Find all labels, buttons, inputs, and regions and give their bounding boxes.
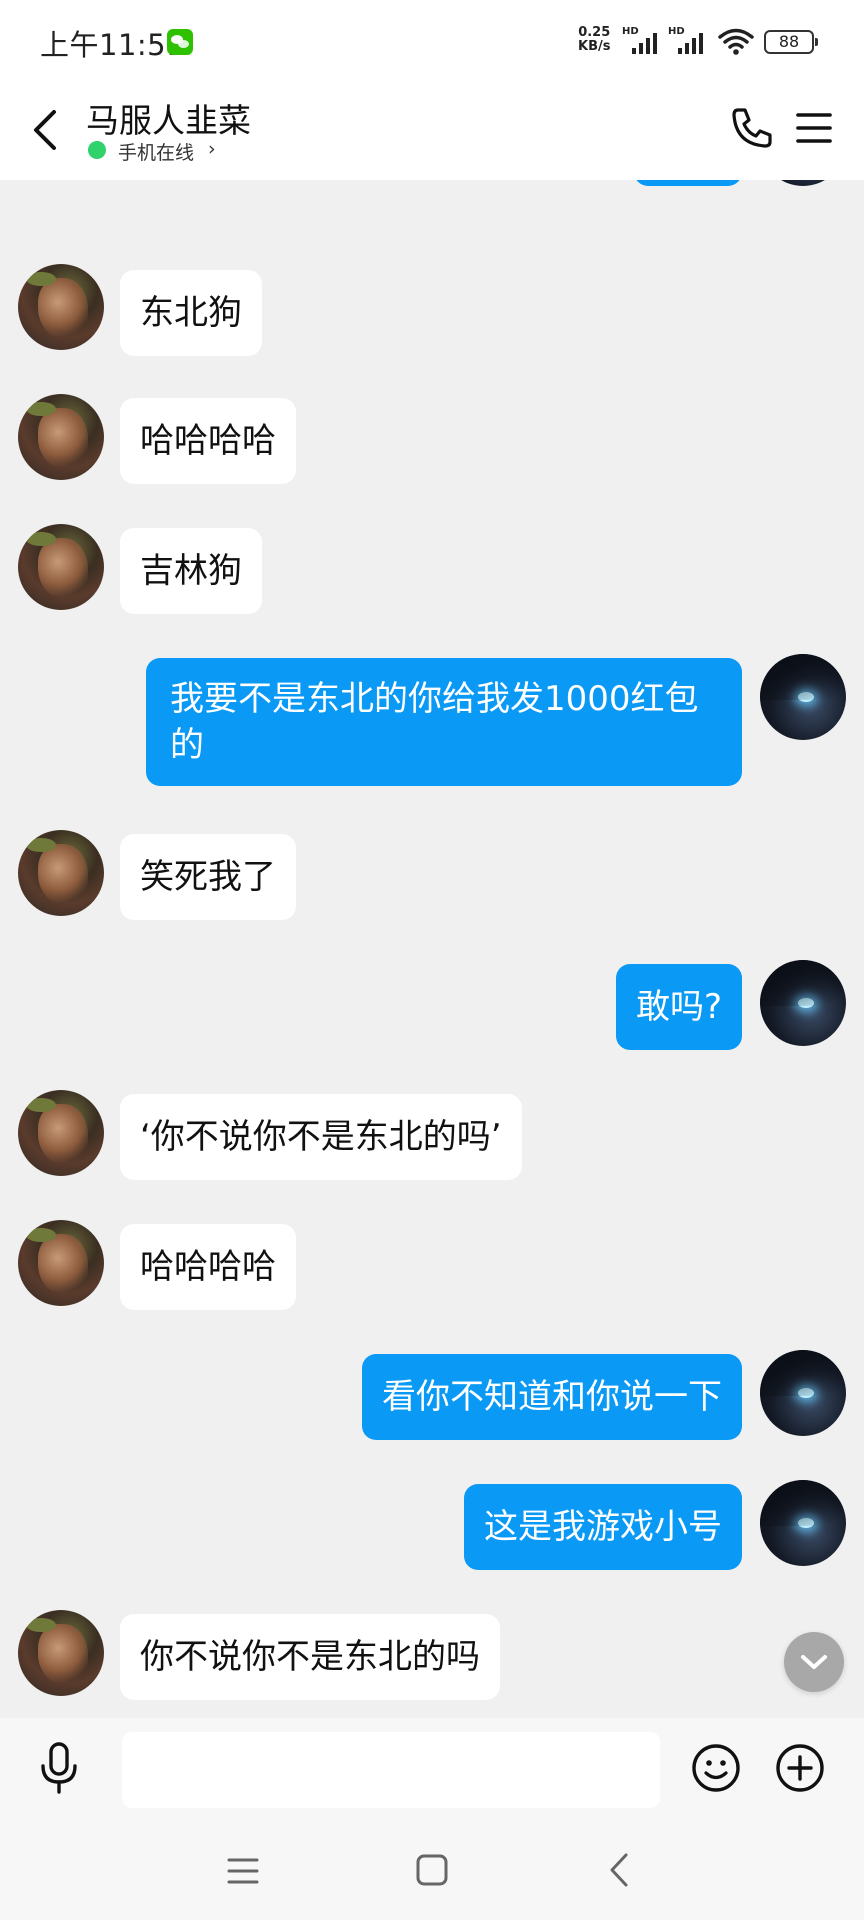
message-bubble[interactable]: 吉林狗 <box>120 528 262 614</box>
recent-apps-icon[interactable] <box>226 1854 260 1888</box>
contact-avatar[interactable] <box>18 1220 104 1306</box>
message-bubble[interactable]: 哈哈哈哈 <box>120 1224 296 1310</box>
message-bubble[interactable]: 这是我游戏小号 <box>464 1484 742 1570</box>
message-bubble[interactable]: 看你不知道和你说一下 <box>362 1354 742 1440</box>
contact-avatar[interactable] <box>18 394 104 480</box>
back-arrow-icon[interactable] <box>26 104 66 156</box>
status-time: 上午11:51 <box>40 28 186 62</box>
my-avatar[interactable] <box>760 1350 846 1436</box>
message-bubble[interactable]: 东北狗 <box>120 270 262 356</box>
system-navigation-bar <box>0 1820 864 1920</box>
chat-message-list[interactable]: 兄弟 东北狗 哈哈哈哈 吉林狗 我要不是东北的你给我发1000红包的 笑死我了 … <box>0 180 864 1718</box>
my-avatar[interactable] <box>760 654 846 740</box>
wifi-icon <box>718 28 754 55</box>
microphone-icon[interactable] <box>34 1740 84 1796</box>
network-speed-value: 0.25 <box>578 25 611 40</box>
message-bubble[interactable]: 我要不是东北的你给我发1000红包的 <box>146 658 742 786</box>
message-bubble[interactable]: 你不说你不是东北的吗 <box>120 1614 500 1700</box>
message-bubble[interactable]: 哈哈哈哈 <box>120 398 296 484</box>
contact-avatar[interactable] <box>18 1610 104 1696</box>
network-speed: 0.25 KB/s <box>578 26 610 54</box>
message-input[interactable] <box>122 1732 660 1808</box>
contact-avatar[interactable] <box>18 264 104 350</box>
signal-icon-1: HD <box>622 26 662 56</box>
contact-avatar[interactable] <box>18 830 104 916</box>
contact-name[interactable]: 马服人韭菜 <box>86 94 251 142</box>
chat-header: 马服人韭菜 手机在线 › <box>0 84 864 180</box>
my-avatar[interactable] <box>760 960 846 1046</box>
my-avatar[interactable] <box>760 180 846 186</box>
home-icon[interactable] <box>414 1852 450 1888</box>
message-bubble[interactable]: ‘你不说你不是东北的吗’ <box>120 1094 522 1180</box>
status-bar: 上午11:51 0.25 KB/s HD HD 88 <box>0 0 864 84</box>
message-bubble[interactable]: 敢吗? <box>615 964 742 1050</box>
message-bubble[interactable]: 笑死我了 <box>120 834 296 920</box>
emoji-icon[interactable] <box>690 1742 742 1794</box>
chevron-right-icon[interactable]: › <box>208 138 216 160</box>
chevron-down-icon <box>801 1655 827 1669</box>
menu-icon[interactable] <box>794 108 834 148</box>
contact-avatar[interactable] <box>18 1090 104 1176</box>
signal-icon-2: HD <box>668 26 708 56</box>
contact-avatar[interactable] <box>18 524 104 610</box>
plus-icon[interactable] <box>774 1742 826 1794</box>
scroll-to-bottom-button[interactable] <box>784 1632 844 1692</box>
online-status-text[interactable]: 手机在线 <box>118 138 194 165</box>
battery-indicator: 88 <box>764 30 818 54</box>
phone-icon[interactable] <box>728 104 776 152</box>
message-bubble[interactable]: 兄弟 <box>634 180 742 186</box>
system-back-icon[interactable] <box>604 1850 634 1890</box>
my-avatar[interactable] <box>760 1480 846 1566</box>
online-status-dot <box>88 141 106 159</box>
wechat-notification-icon <box>167 29 193 55</box>
message-input-bar <box>0 1718 864 1820</box>
network-speed-unit: KB/s <box>578 39 611 54</box>
